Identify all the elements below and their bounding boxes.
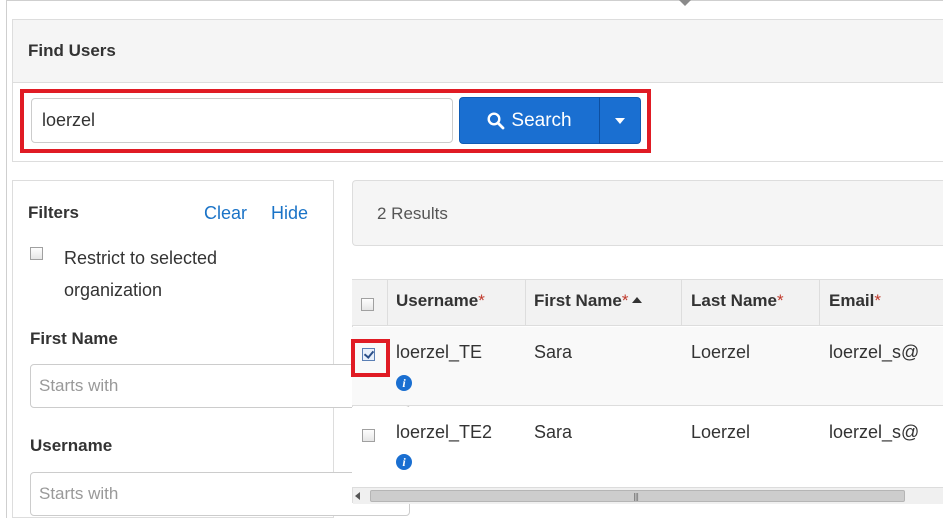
first-name-filter-label: First Name <box>30 329 118 348</box>
cell-username: loerzel_TE <box>396 342 483 362</box>
column-header-username[interactable]: Username* <box>396 291 485 311</box>
column-divider <box>681 280 682 326</box>
column-divider <box>525 280 526 326</box>
sort-ascending-icon <box>631 297 642 303</box>
find-users-title: Find Users <box>28 41 116 60</box>
info-icon[interactable]: i <box>396 375 412 391</box>
column-header-last-name-label: Last Name <box>691 291 777 310</box>
restrict-organization-checkbox[interactable] <box>30 247 43 260</box>
search-highlight-box <box>20 89 651 153</box>
cell-first-name: Sara <box>534 342 573 362</box>
scrollbar-thumb[interactable]: ||| <box>370 490 905 502</box>
username-filter-label: Username <box>30 436 113 455</box>
required-marker: * <box>621 291 629 310</box>
column-divider <box>387 280 388 326</box>
cell-email: loerzel_s@ <box>829 422 920 442</box>
cell-last-name: Loerzel <box>691 342 751 362</box>
info-icon[interactable]: i <box>396 454 412 470</box>
column-divider <box>819 280 820 326</box>
required-marker: * <box>874 291 881 310</box>
cell-last-name: Loerzel <box>691 422 751 442</box>
column-header-first-name-label: First Name <box>534 291 622 310</box>
filters-panel <box>12 180 334 518</box>
table-row[interactable] <box>352 407 943 487</box>
cell-username: loerzel_TE2 <box>396 422 493 442</box>
grip-icon: ||| <box>633 492 639 501</box>
required-marker: * <box>776 291 784 310</box>
table-row[interactable] <box>352 327 943 406</box>
checkbox-highlight-box <box>351 339 390 377</box>
hide-filters-link[interactable]: Hide <box>271 203 308 224</box>
find-users-header: Find Users <box>13 20 943 83</box>
required-marker: * <box>478 291 485 310</box>
column-header-email-label: Email <box>829 291 875 310</box>
row-select-checkbox[interactable] <box>362 429 375 442</box>
select-all-checkbox[interactable] <box>361 298 374 311</box>
column-header-email[interactable]: Email* <box>829 291 881 311</box>
clear-filters-link[interactable]: Clear <box>204 203 247 224</box>
restrict-organization-label: Restrict to selected organization <box>64 248 218 300</box>
scroll-left-icon[interactable] <box>355 492 360 500</box>
filters-title: Filters <box>28 203 80 222</box>
cell-first-name: Sara <box>534 422 573 442</box>
column-header-last-name[interactable]: Last Name* <box>691 291 784 311</box>
column-header-first-name[interactable]: First Name* <box>534 291 642 311</box>
column-header-username-label: Username <box>396 291 479 310</box>
cell-email: loerzel_s@ <box>829 342 920 362</box>
horizontal-scrollbar[interactable]: ||| <box>353 487 943 504</box>
tooltip-notch <box>678 0 692 6</box>
results-count: 2 Results <box>377 204 448 223</box>
